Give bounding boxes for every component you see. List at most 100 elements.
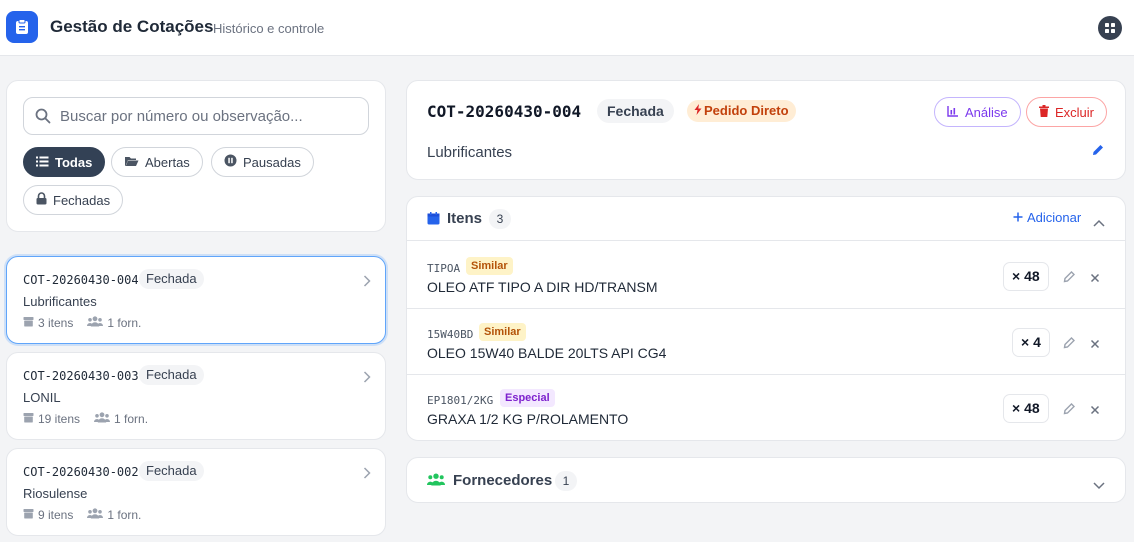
users-icon — [87, 316, 104, 330]
suppliers-count: 1 forn. — [107, 508, 142, 522]
close-icon[interactable] — [1090, 402, 1100, 420]
quotation-meta: 3 itens 1 forn. — [23, 316, 141, 330]
suppliers-title: Fornecedores — [453, 472, 553, 489]
add-label: Adicionar — [1027, 210, 1082, 225]
filter-label: Pausadas — [243, 154, 301, 170]
suppliers-panel[interactable]: Fornecedores 1 — [406, 457, 1126, 503]
item-quantity[interactable]: × 48 — [1003, 262, 1049, 291]
quotation-meta: 19 itens 1 forn. — [23, 412, 148, 426]
bolt-icon — [694, 100, 702, 122]
filter-label: Abertas — [145, 154, 190, 170]
detail-description: Lubrificantes — [427, 144, 513, 161]
item-row: TIPOA Similar OLEO ATF TIPO A DIR HD/TRA… — [407, 243, 1125, 309]
item-tag: Similar — [466, 257, 513, 275]
quotation-card[interactable]: COT-20260430-004 Fechada Lubrificantes 3… — [6, 256, 386, 344]
items-count: 3 itens — [38, 316, 74, 330]
app-title: Gestão de Cotações — [50, 17, 214, 36]
grid-menu-icon[interactable] — [1098, 16, 1122, 40]
users-icon — [94, 412, 111, 426]
status-badge: Fechada — [139, 461, 204, 481]
chevron-right-icon — [363, 466, 371, 484]
item-quantity[interactable]: × 4 — [1012, 328, 1050, 357]
search-icon — [35, 108, 51, 129]
item-name: OLEO 15W40 BALDE 20LTS API CG4 — [427, 345, 667, 361]
search-box[interactable] — [23, 97, 369, 135]
item-tag: Similar — [479, 323, 526, 341]
filter-todas[interactable]: Todas — [23, 147, 106, 177]
item-tag: Especial — [500, 389, 555, 407]
chevron-right-icon — [363, 274, 371, 292]
users-icon — [87, 508, 104, 522]
pedido-direto-badge: Pedido Direto — [687, 100, 796, 122]
suppliers-count-badge: 1 — [555, 471, 577, 491]
quotation-title: Riosulense — [23, 486, 88, 501]
pencil-icon[interactable] — [1091, 143, 1105, 162]
box-icon — [23, 316, 34, 330]
item-code: 15W40BD — [427, 328, 474, 341]
plus-icon — [1013, 210, 1023, 225]
add-item-button[interactable]: Adicionar — [1013, 210, 1081, 225]
badge-label: Pedido Direto — [704, 103, 789, 118]
filter-label: Fechadas — [53, 192, 111, 208]
status-badge: Fechada — [139, 365, 204, 385]
users-icon — [426, 473, 446, 491]
list-icon — [36, 155, 49, 170]
chevron-right-icon — [363, 370, 371, 388]
pencil-icon[interactable] — [1063, 336, 1076, 354]
item-code: EP1801/2KG — [427, 394, 494, 407]
chevron-down-icon[interactable] — [1093, 477, 1105, 495]
filter-label: Todas — [55, 154, 93, 170]
detail-header-card: COT-20260430-004 Fechada Pedido Direto A… — [406, 80, 1126, 180]
status-badge: Fechada — [139, 269, 204, 289]
excluir-label: Excluir — [1055, 104, 1095, 120]
filter-card: Todas Abertas Pausadas Fechadas — [6, 80, 386, 232]
item-row: EP1801/2KG Especial GRAXA 1/2 KG P/ROLAM… — [407, 375, 1125, 441]
bar-chart-icon — [947, 105, 959, 120]
chevron-up-icon[interactable] — [1093, 214, 1105, 232]
pencil-icon[interactable] — [1063, 270, 1076, 288]
filter-fechadas[interactable]: Fechadas — [23, 185, 124, 215]
clipboard-icon[interactable] — [6, 11, 38, 43]
quotation-code: COT-20260430-004 — [23, 273, 139, 287]
suppliers-count: 1 forn. — [107, 316, 142, 330]
search-input[interactable] — [60, 98, 360, 134]
box-icon — [23, 412, 34, 426]
quotation-meta: 9 itens 1 forn. — [23, 508, 141, 522]
quotation-code: COT-20260430-002 — [23, 465, 139, 479]
analise-button[interactable]: Análise — [934, 97, 1021, 127]
close-icon[interactable] — [1090, 336, 1100, 354]
trash-icon — [1039, 104, 1049, 120]
quotation-card[interactable]: COT-20260430-002 Fechada Riosulense 9 it… — [6, 448, 386, 536]
lock-icon — [36, 192, 47, 208]
detail-code: COT-20260430-004 — [427, 102, 582, 121]
items-panel: Itens 3 Adicionar TIPOA Similar OLEO ATF… — [406, 196, 1126, 441]
items-panel-header[interactable]: Itens 3 Adicionar — [407, 197, 1125, 241]
filter-pausadas[interactable]: Pausadas — [211, 147, 314, 177]
app-subtitle: Histórico e controle — [213, 21, 325, 36]
item-name: GRAXA 1/2 KG P/ROLAMENTO — [427, 411, 629, 427]
calendar-icon — [427, 212, 440, 230]
quotation-code: COT-20260430-003 — [23, 369, 139, 383]
pencil-icon[interactable] — [1063, 402, 1076, 420]
items-count: 19 itens — [38, 412, 81, 426]
quotation-card[interactable]: COT-20260430-003 Fechada LONIL 19 itens … — [6, 352, 386, 440]
box-icon — [23, 508, 34, 522]
item-name: OLEO ATF TIPO A DIR HD/TRANSM — [427, 279, 658, 295]
top-bar: Gestão de Cotações Histórico e controle — [0, 0, 1134, 56]
item-row: 15W40BD Similar OLEO 15W40 BALDE 20LTS A… — [407, 309, 1125, 375]
status-badge: Fechada — [597, 99, 674, 123]
quotation-title: LONIL — [23, 390, 61, 405]
suppliers-count: 1 forn. — [114, 412, 149, 426]
quotation-title: Lubrificantes — [23, 294, 97, 309]
excluir-button[interactable]: Excluir — [1026, 97, 1108, 127]
item-quantity[interactable]: × 48 — [1003, 394, 1049, 423]
pause-circle-icon — [224, 154, 237, 170]
item-code: TIPOA — [427, 262, 461, 275]
items-count-badge: 3 — [489, 209, 511, 229]
folder-open-icon — [124, 155, 139, 170]
items-title: Itens — [447, 210, 483, 227]
close-icon[interactable] — [1090, 270, 1100, 288]
filter-abertas[interactable]: Abertas — [111, 147, 203, 177]
items-count: 9 itens — [38, 508, 74, 522]
analise-label: Análise — [965, 104, 1008, 120]
